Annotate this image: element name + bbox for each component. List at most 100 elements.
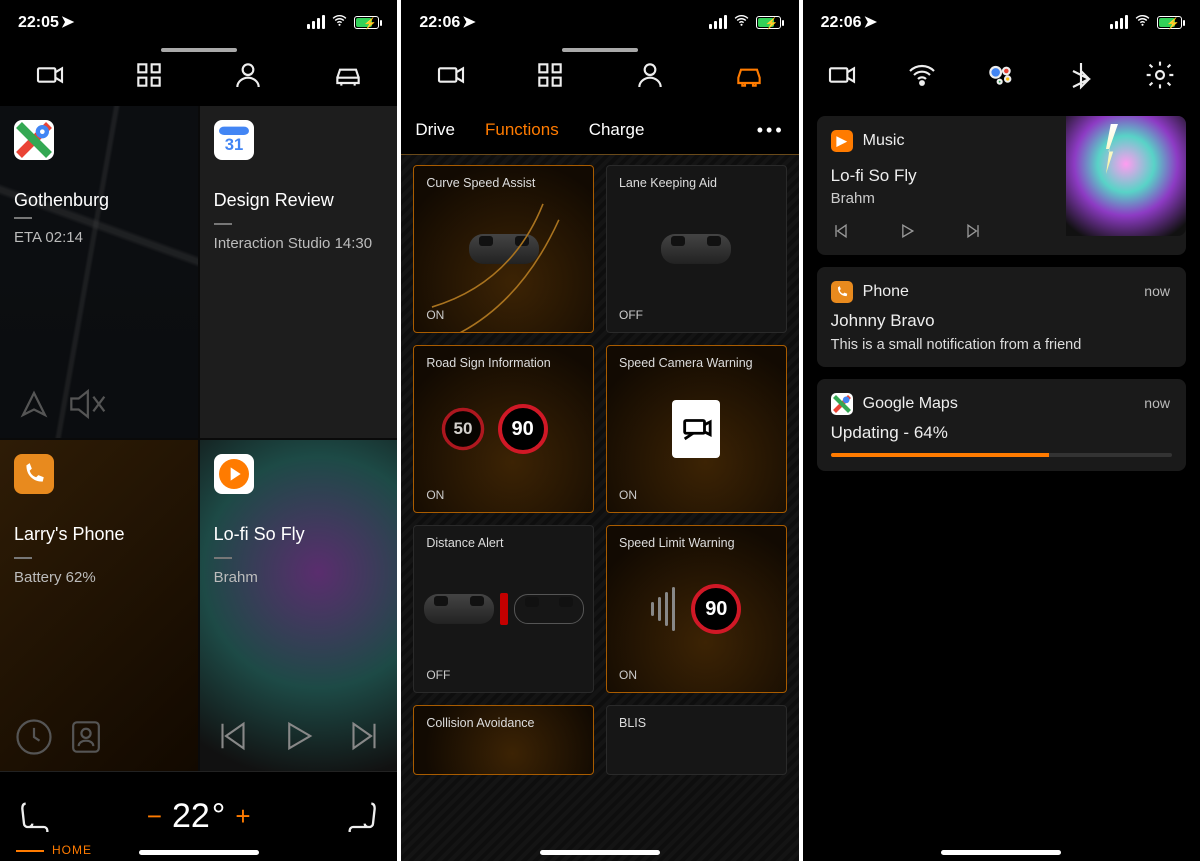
phone-text: This is a small notification from a frie… bbox=[831, 337, 1172, 353]
music-app-label: Music bbox=[863, 132, 905, 150]
next-icon[interactable] bbox=[343, 715, 385, 757]
clock: 22:06 bbox=[419, 14, 460, 31]
car-icon[interactable] bbox=[328, 55, 368, 95]
camera-icon[interactable] bbox=[30, 55, 70, 95]
bluetooth-icon[interactable] bbox=[1061, 55, 1101, 95]
alert-bar-icon bbox=[500, 593, 508, 625]
clock: 22:06 bbox=[821, 14, 862, 31]
notification-time: now bbox=[1144, 283, 1170, 299]
phone-sub: Battery 62% bbox=[14, 569, 184, 586]
tab-functions[interactable]: Functions bbox=[485, 120, 559, 140]
home-indicator[interactable] bbox=[941, 850, 1061, 855]
wifi-icon bbox=[1134, 12, 1151, 32]
progress-bar bbox=[831, 453, 1172, 457]
prev-icon[interactable] bbox=[831, 221, 851, 241]
location-icon: ➤ bbox=[864, 12, 877, 32]
speed-sign-icon: 90 bbox=[498, 404, 548, 454]
prev-icon[interactable] bbox=[212, 715, 254, 757]
status-bar: 22:06➤ ⚡ bbox=[401, 0, 798, 44]
home-indicator[interactable] bbox=[139, 850, 259, 855]
card-distance-alert[interactable]: Distance Alert OFF bbox=[413, 525, 594, 693]
tab-more-button[interactable]: ••• bbox=[757, 120, 785, 141]
tile-music[interactable]: Lo-fi So Fly Brahm bbox=[200, 440, 398, 772]
card-collision-avoidance[interactable]: Collision Avoidance bbox=[413, 705, 594, 775]
home-indicator[interactable] bbox=[540, 850, 660, 855]
play-icon[interactable] bbox=[277, 715, 319, 757]
directions-icon[interactable] bbox=[12, 382, 56, 426]
notification-music[interactable]: ▶ Music Lo-fi So Fly Brahm bbox=[817, 116, 1186, 255]
top-nav bbox=[0, 44, 397, 106]
car-glyph bbox=[661, 234, 731, 264]
location-icon: ➤ bbox=[462, 12, 475, 32]
pull-indicator[interactable] bbox=[161, 48, 237, 52]
car-tabs: Drive Functions Charge ••• bbox=[401, 106, 798, 154]
quick-settings bbox=[803, 44, 1200, 106]
notification-time: now bbox=[1144, 395, 1170, 411]
recents-icon[interactable] bbox=[12, 715, 56, 759]
cellular-icon bbox=[1110, 15, 1128, 29]
calendar-icon: 31 bbox=[214, 120, 254, 160]
camera-icon[interactable] bbox=[431, 55, 471, 95]
tile-calendar[interactable]: 31 Design Review Interaction Studio 14:3… bbox=[200, 106, 398, 438]
temp-minus-button[interactable]: − bbox=[139, 801, 170, 832]
card-blis[interactable]: BLIS bbox=[606, 705, 787, 775]
mute-icon[interactable] bbox=[64, 382, 108, 426]
temp-deg: ° bbox=[212, 797, 226, 836]
card-speed-limit-warning[interactable]: Speed Limit Warning 90 ON bbox=[606, 525, 787, 693]
maps-title: Gothenburg bbox=[14, 190, 184, 211]
calendar-sub: Interaction Studio 14:30 bbox=[214, 235, 384, 252]
profile-icon[interactable] bbox=[228, 55, 268, 95]
google-maps-icon bbox=[14, 120, 54, 160]
camera-icon[interactable] bbox=[822, 55, 862, 95]
card-speed-camera-warning[interactable]: Speed Camera Warning ON bbox=[606, 345, 787, 513]
profile-icon[interactable] bbox=[630, 55, 670, 95]
cellular-icon bbox=[709, 15, 727, 29]
card-lane-keeping-aid[interactable]: Lane Keeping Aid OFF bbox=[606, 165, 787, 333]
music-track: Lo-fi So Fly bbox=[831, 166, 1066, 186]
car-glyph bbox=[424, 594, 494, 624]
location-icon: ➤ bbox=[61, 12, 74, 32]
tile-phone[interactable]: Larry's Phone Battery 62% bbox=[0, 440, 198, 772]
tab-drive[interactable]: Drive bbox=[415, 120, 455, 140]
screen-functions: 22:06➤ ⚡ Drive Functions Charge ••• Curv… bbox=[401, 0, 798, 861]
temp-plus-button[interactable]: + bbox=[227, 801, 258, 832]
maps-eta: ETA 02:14 bbox=[14, 229, 184, 246]
card-curve-speed-assist[interactable]: Curve Speed Assist ON bbox=[413, 165, 594, 333]
phone-caller: Johnny Bravo bbox=[831, 311, 1172, 331]
music-title: Lo-fi So Fly bbox=[214, 524, 384, 545]
google-maps-icon bbox=[831, 393, 853, 415]
notification-maps[interactable]: Google Maps now Updating - 64% bbox=[817, 379, 1186, 471]
pull-indicator[interactable] bbox=[562, 48, 638, 52]
phone-icon bbox=[831, 281, 853, 303]
phone-icon bbox=[14, 454, 54, 494]
status-bar: 22:05➤ ⚡ bbox=[0, 0, 397, 44]
tile-maps[interactable]: Gothenburg ETA 02:14 bbox=[0, 106, 198, 438]
play-music-icon bbox=[214, 454, 254, 494]
radar-icon bbox=[651, 587, 675, 631]
camera-sign-icon bbox=[672, 400, 720, 458]
apps-icon[interactable] bbox=[530, 55, 570, 95]
next-icon[interactable] bbox=[963, 221, 983, 241]
wifi-icon bbox=[331, 12, 348, 32]
notification-phone[interactable]: Phone now Johnny Bravo This is a small n… bbox=[817, 267, 1186, 367]
home-label: HOME bbox=[16, 843, 92, 857]
car-outline-glyph bbox=[514, 594, 584, 624]
music-artist: Brahm bbox=[831, 190, 1066, 207]
card-road-sign-information[interactable]: Road Sign Information 50 90 ON bbox=[413, 345, 594, 513]
seat-left-icon[interactable] bbox=[14, 797, 54, 837]
contacts-icon[interactable] bbox=[64, 715, 108, 759]
tab-charge[interactable]: Charge bbox=[589, 120, 645, 140]
cellular-icon bbox=[307, 15, 325, 29]
wifi-toggle-icon[interactable] bbox=[902, 55, 942, 95]
play-icon[interactable] bbox=[897, 221, 917, 241]
settings-icon[interactable] bbox=[1140, 55, 1180, 95]
assistant-icon[interactable] bbox=[981, 55, 1021, 95]
apps-icon[interactable] bbox=[129, 55, 169, 95]
speed-sign-icon: 50 bbox=[441, 408, 484, 451]
temp-value: 22 bbox=[172, 797, 210, 836]
car-icon[interactable] bbox=[729, 55, 769, 95]
climate-bar: − 22° + HOME bbox=[0, 771, 397, 861]
screen-notifications: 22:06➤ ⚡ ▶ Music Lo-fi So Fly bbox=[803, 0, 1200, 861]
seat-right-icon[interactable] bbox=[343, 797, 383, 837]
status-bar: 22:06➤ ⚡ bbox=[803, 0, 1200, 44]
